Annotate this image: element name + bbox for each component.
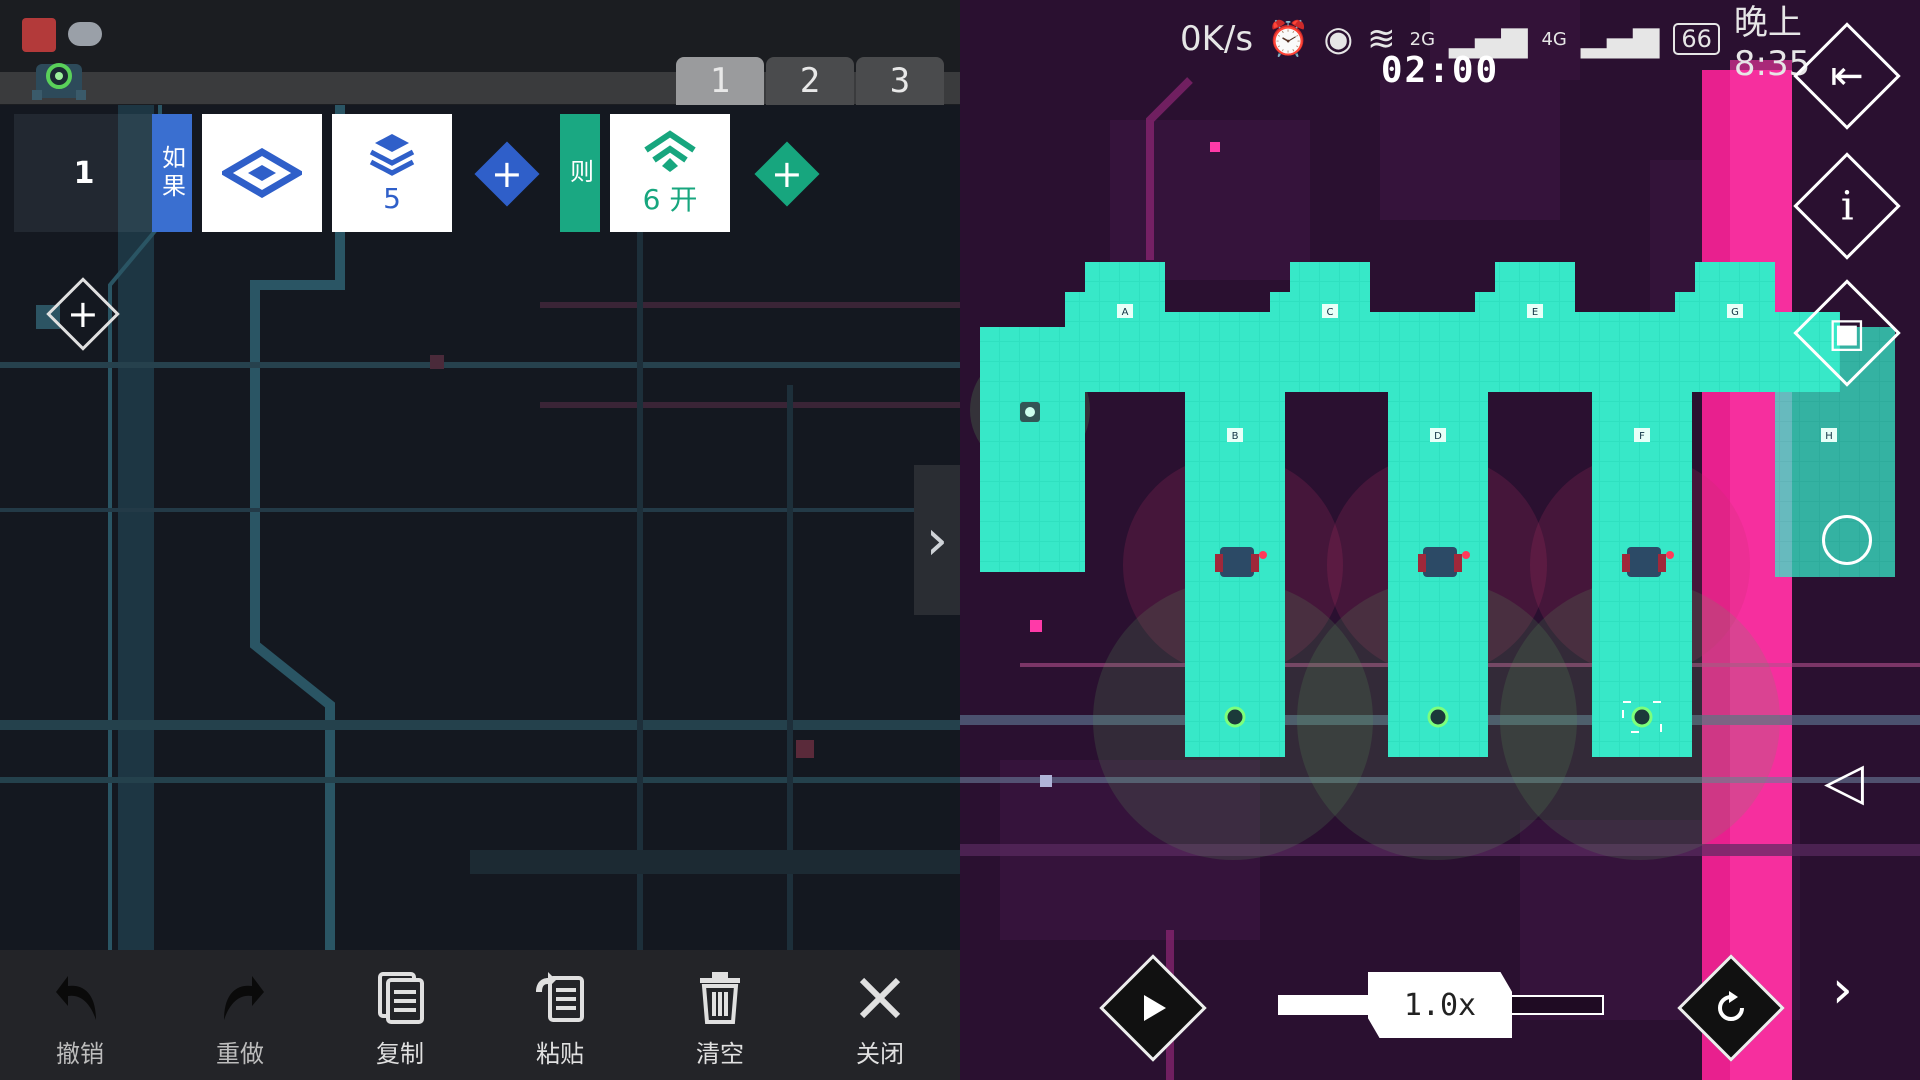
nav-home-icon[interactable] [1822, 515, 1872, 565]
layers-icon [369, 133, 415, 176]
page-tab-1[interactable]: 1 [676, 57, 764, 105]
if-label: 如果 [152, 114, 192, 232]
room-label-c: C [1322, 304, 1338, 318]
room-label-d: D [1430, 428, 1446, 442]
trash-icon [700, 972, 740, 1024]
alarm-icon: ⏰ [1267, 19, 1310, 59]
room-label-b: B [1227, 428, 1243, 442]
svg-text:E: E [1532, 307, 1538, 318]
editor-toolbar [0, 950, 960, 1080]
svg-text:F: F [1639, 431, 1645, 442]
svg-text:H: H [1825, 431, 1833, 442]
signal-open-icon [644, 130, 696, 172]
plus-icon: + [771, 152, 803, 196]
svg-text:A: A [1122, 307, 1129, 318]
book-icon: ▣ [1828, 309, 1866, 356]
play-icon [1144, 995, 1166, 1021]
cloud-icon [68, 22, 102, 46]
page-tab-2[interactable]: 2 [766, 57, 854, 105]
diamond-target-icon [222, 148, 302, 198]
room-label-a: A [1117, 304, 1133, 318]
paste-icon [536, 972, 584, 1022]
copy-icon [378, 972, 424, 1024]
redo-button[interactable]: 重做 [180, 970, 300, 1070]
close-icon [859, 977, 901, 1019]
condition-count-text: 5 [383, 181, 401, 215]
room-label-g: G [1727, 304, 1743, 318]
clear-label: 清空 [696, 1040, 744, 1068]
copy-button[interactable]: 复制 [340, 970, 460, 1070]
level-timer: 02:00 [1380, 50, 1500, 91]
clear-button[interactable]: 清空 [660, 970, 780, 1070]
then-label: 则 [560, 114, 600, 232]
rule-index: 1 [14, 114, 154, 232]
action-text: 6 开 [642, 183, 698, 216]
room-label-h: H [1821, 428, 1837, 442]
svg-text:G: G [1731, 307, 1739, 318]
signal-bars-icon: ▂▄▆ [1580, 19, 1660, 59]
copy-label: 复制 [376, 1040, 424, 1068]
condition-card-target[interactable] [202, 114, 322, 232]
chevron-right-icon[interactable]: › [1832, 960, 1853, 1020]
close-button[interactable]: 关闭 [820, 970, 940, 1070]
room-label-e: E [1527, 304, 1543, 318]
battery-indicator: 66 [1673, 23, 1720, 55]
close-label: 关闭 [856, 1040, 904, 1068]
signal-4g-label: 4G [1541, 28, 1567, 50]
undo-label: 撤销 [56, 1040, 104, 1068]
rule-editor-panel: 1 2 3 1 如果 5 + 则 6 开 + + › 撤销 重做 复制 粘贴 清… [0, 0, 960, 1080]
action-card-open[interactable]: 6 开 [610, 114, 730, 232]
net-speed: 0K/s [1180, 19, 1254, 59]
player-bot [1427, 706, 1449, 728]
paste-button[interactable]: 粘贴 [500, 970, 620, 1070]
condition-card-count[interactable]: 5 [332, 114, 452, 232]
eye-icon: ◉ [1323, 19, 1354, 59]
undo-button[interactable]: 撤销 [20, 970, 140, 1070]
info-icon: i [1840, 182, 1854, 229]
restart-icon [1718, 991, 1744, 1021]
svg-text:D: D [1434, 431, 1442, 442]
exit-icon: ⇤ [1830, 52, 1864, 99]
floor-left-room [980, 327, 1085, 572]
robot-avatar-icon [32, 63, 86, 100]
plus-icon: + [491, 152, 523, 196]
plus-icon: + [67, 292, 99, 336]
scout-bot [1020, 402, 1040, 422]
svg-text:C: C [1327, 307, 1334, 318]
level-map: A B C D E F G H [980, 262, 1895, 757]
nav-back-icon[interactable]: ◁ [1824, 752, 1864, 812]
redo-label: 重做 [216, 1040, 264, 1068]
player-bot [1224, 706, 1246, 728]
page-tab-3[interactable]: 3 [856, 57, 944, 105]
chevron-right-icon: › [925, 507, 949, 573]
expand-panel-handle[interactable]: › [914, 465, 960, 615]
paste-label: 粘贴 [536, 1040, 584, 1068]
notification-app-icon [22, 18, 56, 52]
undo-icon [56, 976, 96, 1020]
redo-icon [224, 976, 264, 1020]
svg-text:B: B [1232, 431, 1239, 442]
room-label-f: F [1634, 428, 1650, 442]
speed-slider-handle[interactable]: 1.0x [1368, 972, 1512, 1038]
signal-2g-label: 2G [1409, 28, 1436, 50]
